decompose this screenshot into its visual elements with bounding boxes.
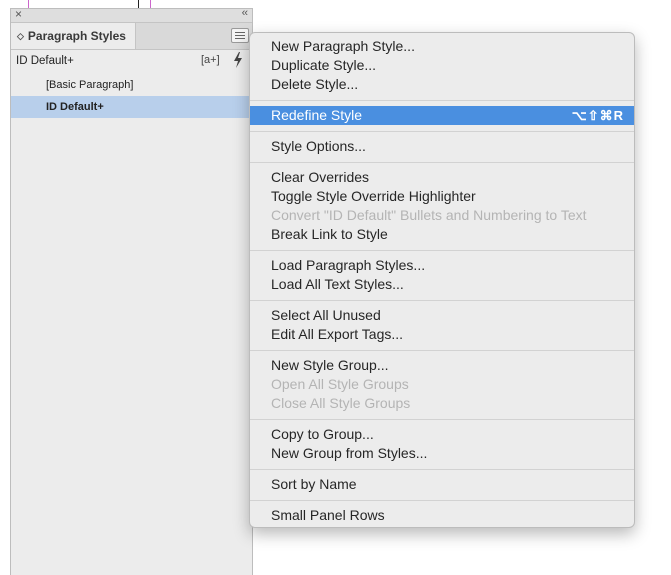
- menu-separator: [250, 500, 634, 501]
- style-list-item[interactable]: [Basic Paragraph]: [11, 74, 252, 96]
- tab-chevron-icon: ◇: [17, 30, 24, 41]
- menu-item-close-all-style-groups: Close All Style Groups: [271, 395, 411, 411]
- menu-item-new-style-group[interactable]: New Style Group...: [250, 356, 634, 375]
- menu-item-label: Redefine Style: [271, 107, 363, 123]
- menu-separator: [250, 100, 634, 101]
- menu-item-toggle-override-highlighter[interactable]: Toggle Style Override Highlighter: [250, 187, 634, 206]
- menu-separator: [250, 250, 634, 251]
- panel-context-menu: New Paragraph Style... Duplicate Style..…: [249, 32, 635, 528]
- menu-item-style-options[interactable]: Style Options...: [250, 137, 634, 156]
- menu-item-new-paragraph-style[interactable]: New Paragraph Style...: [250, 37, 634, 56]
- menu-item-copy-to-group[interactable]: Copy to Group...: [250, 425, 634, 444]
- style-list-item-selected[interactable]: ID Default+: [11, 96, 252, 118]
- menu-separator: [250, 300, 634, 301]
- menu-separator: [250, 131, 634, 132]
- canvas-guide-line: [28, 0, 29, 8]
- menu-item-load-all-text-styles[interactable]: Load All Text Styles...: [250, 275, 634, 294]
- canvas-guide-line: [150, 0, 151, 8]
- menu-item-convert-bullets: Convert "ID Default" Bullets and Numberi…: [271, 207, 587, 223]
- panel-tab-row: ◇ Paragraph Styles: [11, 23, 252, 50]
- menu-item-new-group-from-styles[interactable]: New Group from Styles...: [250, 444, 634, 463]
- tab-paragraph-styles[interactable]: ◇ Paragraph Styles: [11, 23, 136, 49]
- menu-item-load-paragraph-styles[interactable]: Load Paragraph Styles...: [250, 256, 634, 275]
- panel-title-bar: × ‹‹: [11, 7, 252, 23]
- panel-menu-button[interactable]: [231, 28, 249, 43]
- menu-separator: [250, 419, 634, 420]
- lightning-icon[interactable]: [233, 52, 243, 68]
- menu-item-small-panel-rows[interactable]: Small Panel Rows: [250, 506, 634, 525]
- menu-item-delete-style[interactable]: Delete Style...: [250, 75, 634, 94]
- current-style-row: ID Default+ [a+]: [11, 50, 252, 74]
- create-new-style-icon[interactable]: [a+]: [201, 54, 220, 66]
- menu-separator: [250, 469, 634, 470]
- collapse-panel-icon[interactable]: ‹‹: [242, 7, 248, 19]
- paragraph-styles-panel: × ‹‹ ◇ Paragraph Styles ID Default+ [a+]…: [10, 7, 253, 575]
- keyboard-shortcut: ⌥⇧⌘R: [571, 108, 624, 123]
- tab-label: Paragraph Styles: [27, 29, 126, 43]
- menu-item-duplicate-style[interactable]: Duplicate Style...: [250, 56, 634, 75]
- close-icon[interactable]: ×: [15, 7, 22, 21]
- menu-separator: [250, 350, 634, 351]
- menu-item-edit-export-tags[interactable]: Edit All Export Tags...: [250, 325, 634, 344]
- menu-item-sort-by-name[interactable]: Sort by Name: [250, 475, 634, 494]
- current-style-label: ID Default+: [16, 55, 74, 67]
- menu-lines-icon: [235, 32, 245, 33]
- menu-item-select-all-unused[interactable]: Select All Unused: [250, 306, 634, 325]
- menu-item-redefine-style[interactable]: Redefine Style ⌥⇧⌘R: [250, 106, 634, 125]
- canvas-guide-line: [138, 0, 139, 8]
- menu-separator: [250, 162, 634, 163]
- menu-item-clear-overrides[interactable]: Clear Overrides: [250, 168, 634, 187]
- menu-item-open-all-style-groups: Open All Style Groups: [271, 376, 409, 392]
- style-list: [Basic Paragraph] ID Default+: [11, 74, 252, 118]
- menu-item-break-link-to-style[interactable]: Break Link to Style: [250, 225, 634, 244]
